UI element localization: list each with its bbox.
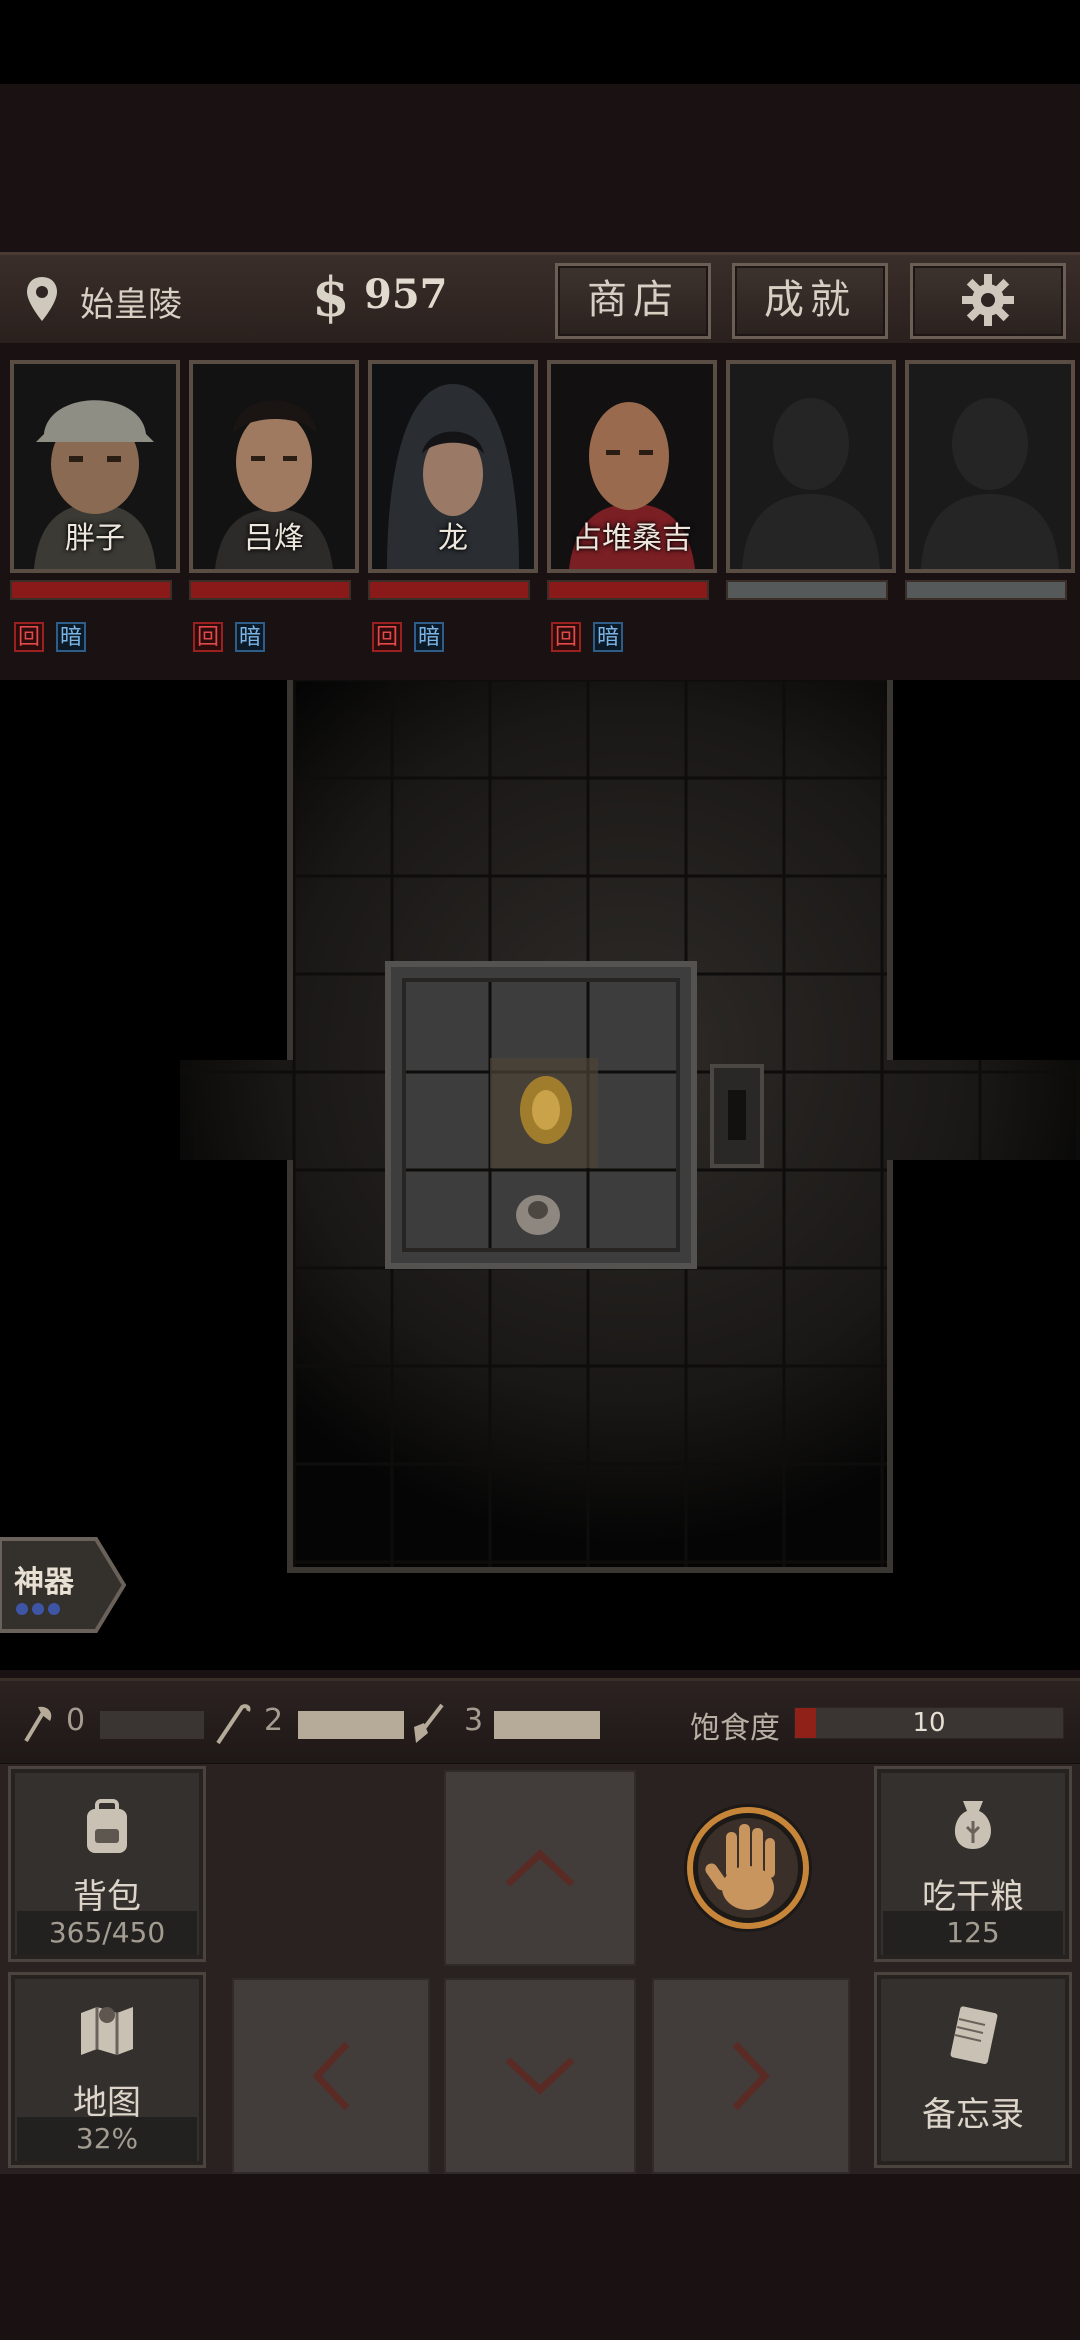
status-tag-return: 回 bbox=[551, 622, 581, 652]
hp-bar bbox=[189, 580, 351, 600]
backpack-icon bbox=[87, 1799, 127, 1853]
shovel-durability-fill bbox=[494, 1711, 600, 1739]
party-slot-empty-1[interactable] bbox=[726, 360, 896, 573]
status-tag-dark: 暗 bbox=[593, 622, 623, 652]
achievements-button[interactable]: 成就 bbox=[732, 263, 888, 339]
hp-bar bbox=[368, 580, 530, 600]
money-amount: 957 bbox=[364, 271, 448, 318]
hp-bar bbox=[547, 580, 709, 600]
map-button[interactable]: 地图 32% bbox=[8, 1972, 206, 2168]
party-member-name: 吕烽 bbox=[244, 521, 304, 556]
hunger-label: 饱食度 bbox=[690, 1711, 780, 1746]
pick-durability-fill bbox=[298, 1711, 404, 1739]
location-name: 始皇陵 bbox=[80, 285, 182, 325]
chevron-left-icon bbox=[312, 2041, 350, 2111]
status-tag-dark: 暗 bbox=[414, 622, 444, 652]
location-pin-icon bbox=[27, 277, 57, 321]
dungeon-map[interactable] bbox=[0, 680, 1080, 1670]
interact-button[interactable] bbox=[680, 1800, 816, 1936]
pick-icon bbox=[216, 1704, 251, 1745]
map-icon bbox=[81, 2007, 133, 2055]
chevron-down-icon bbox=[505, 2057, 575, 2095]
hp-bar bbox=[10, 580, 172, 600]
axe-icon bbox=[24, 1706, 52, 1743]
axe-count: 0 bbox=[66, 1703, 86, 1738]
status-tag-return: 回 bbox=[14, 622, 44, 652]
hp-bar-empty bbox=[905, 580, 1067, 600]
silhouette-icon bbox=[730, 364, 892, 569]
hunger-bar: 10 bbox=[794, 1707, 1064, 1739]
pick-durability bbox=[298, 1711, 404, 1739]
memo-button[interactable]: 备忘录 bbox=[874, 1972, 1072, 2168]
artifact-charges bbox=[16, 1600, 64, 1619]
move-down-button[interactable] bbox=[444, 1978, 636, 2174]
top-bar: 始皇陵 $ 957 商店 成就 bbox=[0, 252, 1080, 346]
dungeon-floor bbox=[0, 680, 1080, 1670]
status-tag-return: 回 bbox=[372, 622, 402, 652]
control-panel: 背包 365/450 吃干粮 125 地图 32% 备忘录 bbox=[0, 1764, 1080, 2174]
chevron-up-icon bbox=[505, 1849, 575, 1887]
party-member-2[interactable]: 吕烽 bbox=[189, 360, 359, 573]
resource-bar: 0 2 3 饱食度 10 bbox=[0, 1678, 1080, 1766]
axe-durability bbox=[100, 1711, 204, 1739]
map-explored: 32% bbox=[17, 2117, 197, 2161]
party-slot-empty-2[interactable] bbox=[905, 360, 1075, 573]
shop-button[interactable]: 商店 bbox=[555, 263, 711, 339]
shovel-count: 3 bbox=[464, 1703, 484, 1738]
eat-rations-button[interactable]: 吃干粮 125 bbox=[874, 1766, 1072, 1962]
party-member-3[interactable]: 龙 bbox=[368, 360, 538, 573]
gear-icon bbox=[962, 274, 1014, 326]
shovel-durability bbox=[494, 1711, 600, 1739]
money-icon: $ bbox=[312, 265, 350, 329]
party-member-name: 龙 bbox=[438, 521, 468, 556]
status-tag-return: 回 bbox=[193, 622, 223, 652]
chevron-right-icon bbox=[732, 2041, 770, 2111]
party-member-1[interactable]: 胖子 bbox=[10, 360, 180, 573]
hunger-value: 10 bbox=[912, 1708, 946, 1738]
party-member-name: 占堆桑吉 bbox=[572, 521, 692, 556]
bottom-spacer bbox=[0, 2174, 1080, 2340]
pick-count: 2 bbox=[264, 1703, 284, 1738]
status-tag-dark: 暗 bbox=[235, 622, 265, 652]
move-right-button[interactable] bbox=[652, 1978, 850, 2174]
status-tag-dark: 暗 bbox=[56, 622, 86, 652]
silhouette-icon bbox=[909, 364, 1071, 569]
settings-button[interactable] bbox=[910, 263, 1066, 339]
backpack-button[interactable]: 背包 365/450 bbox=[8, 1766, 206, 1962]
shovel-icon bbox=[414, 1703, 444, 1743]
status-bar bbox=[0, 0, 1080, 84]
move-left-button[interactable] bbox=[232, 1978, 430, 2174]
backpack-capacity: 365/450 bbox=[17, 1911, 197, 1955]
party-member-name: 胖子 bbox=[65, 521, 125, 556]
notebook-icon bbox=[950, 2006, 998, 2065]
move-up-button[interactable] bbox=[444, 1770, 636, 1966]
ration-bag-icon bbox=[954, 1801, 992, 1849]
memo-label: 备忘录 bbox=[922, 2095, 1024, 2135]
artifact-tab-label: 神器 bbox=[14, 1565, 74, 1600]
party-member-4[interactable]: 占堆桑吉 bbox=[547, 360, 717, 573]
hp-bar-empty bbox=[726, 580, 888, 600]
ration-count: 125 bbox=[883, 1911, 1063, 1955]
